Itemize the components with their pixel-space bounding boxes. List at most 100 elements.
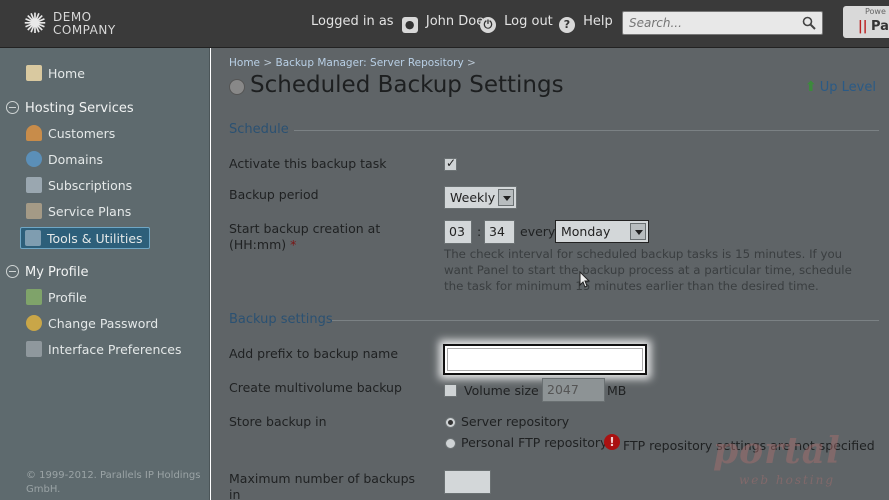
hour-input[interactable]: 03 (444, 220, 472, 244)
schedule-hint-text: The check interval for scheduled backup … (444, 247, 852, 293)
volume-size-checkbox[interactable] (444, 384, 457, 397)
weekday-select[interactable]: Monday (555, 220, 649, 243)
brand-bars-icon: || (858, 19, 868, 34)
volume-unit-label: MB (607, 383, 627, 398)
help-icon: ? (559, 17, 575, 33)
sidebar-section-label: My Profile (25, 265, 89, 280)
logged-in-info: Logged in as ● John Doe (311, 14, 484, 33)
backup-period-value: Weekly (450, 190, 496, 205)
page-title-icon (229, 79, 245, 95)
page-title: Scheduled Backup Settings (250, 72, 564, 98)
brand-tab[interactable]: Powe || Par (843, 6, 889, 38)
multivolume-label: Create multivolume backup (229, 380, 402, 395)
up-arrow-icon: ⬆ (805, 79, 817, 95)
max-backups-input[interactable] (444, 470, 491, 494)
sidebar-item-label: Domains (48, 152, 104, 167)
portal-watermark-subtitle: web hosting (739, 473, 836, 487)
sidebar-item-profile[interactable]: Profile (26, 287, 87, 309)
brand-small-text: Powe (865, 7, 886, 16)
server-repository-radio[interactable] (445, 417, 456, 428)
help-button[interactable]: ? Help (559, 14, 613, 33)
breadcrumb-home-link[interactable]: Home (229, 57, 260, 69)
user-icon: ● (401, 17, 418, 33)
sidebar-section-label: Hosting Services (25, 101, 134, 116)
search-icon[interactable] (802, 16, 816, 30)
volume-size-input[interactable]: 2047 (542, 378, 605, 402)
prefix-field-highlight (443, 344, 647, 375)
sidebar: Home Hosting Services Customers Domains … (0, 48, 210, 500)
breadcrumb-repository-link[interactable]: Backup Manager: Server Repository (276, 57, 464, 69)
home-icon (26, 65, 42, 81)
weekday-value: Monday (561, 224, 611, 239)
sidebar-item-subscriptions[interactable]: Subscriptions (26, 175, 132, 197)
logo-line-2: COMPANY (53, 23, 116, 37)
backup-period-select[interactable]: Weekly (444, 186, 517, 209)
key-icon (26, 315, 42, 331)
ftp-repository-radio[interactable] (445, 438, 456, 449)
prefix-label: Add prefix to backup name (229, 346, 399, 361)
activate-task-checkbox[interactable] (444, 156, 457, 171)
user-name-link[interactable]: John Doe (426, 14, 484, 29)
portal-watermark: portal (713, 430, 841, 472)
sidebar-item-label: Profile (48, 290, 87, 305)
sidebar-item-interface-preferences[interactable]: Interface Preferences (26, 339, 181, 361)
sidebar-item-label: Subscriptions (48, 178, 133, 193)
collapse-icon (6, 101, 19, 114)
warning-icon: ! (604, 434, 620, 450)
sidebar-item-service-plans[interactable]: Service Plans (26, 201, 131, 223)
copyright-text: © 1999-2012. Parallels IP Holdings GmbH. (26, 469, 206, 497)
logged-in-prefix: Logged in as (311, 14, 394, 29)
company-logo[interactable]: ✺ DEMO COMPANY (20, 9, 130, 39)
start-time-label: Start backup creation at (HH:mm) * (229, 221, 380, 253)
sidebar-item-label: Tools & Utilities (47, 231, 143, 246)
sidebar-section-hosting-services[interactable]: Hosting Services (6, 98, 134, 120)
preferences-icon (26, 341, 42, 357)
sidebar-item-customers[interactable]: Customers (26, 123, 115, 145)
required-marker: * (290, 237, 297, 252)
main-content: Home > Backup Manager: Server Repository… (211, 48, 889, 500)
tools-icon (25, 230, 41, 246)
sidebar-section-my-profile[interactable]: My Profile (6, 262, 88, 284)
power-icon: ⏻ (480, 17, 496, 33)
section-divider (332, 320, 879, 321)
section-divider (294, 130, 879, 131)
chevron-down-icon (498, 189, 514, 206)
backup-settings-section-title: Backup settings (229, 312, 333, 327)
time-separator: : (477, 224, 482, 239)
up-level-label: Up Level (819, 80, 876, 95)
sidebar-item-label: Customers (48, 126, 116, 141)
sidebar-item-change-password[interactable]: Change Password (26, 313, 158, 335)
schedule-section-title: Schedule (229, 122, 289, 137)
sidebar-item-label: Home (48, 66, 85, 81)
sidebar-item-domains[interactable]: Domains (26, 149, 103, 171)
mouse-cursor-icon (579, 271, 591, 288)
profile-card-icon (26, 289, 42, 305)
up-level-link[interactable]: ⬆ Up Level (805, 79, 876, 95)
logout-button[interactable]: ⏻ Log out (480, 14, 553, 33)
search-box (622, 11, 823, 35)
search-input[interactable] (629, 15, 794, 31)
breadcrumb: Home > Backup Manager: Server Repository… (229, 57, 476, 69)
help-label: Help (583, 14, 613, 29)
logo-burst-icon: ✺ (23, 7, 47, 40)
max-backups-label: Maximum number of backups in repository (229, 471, 429, 500)
subscription-icon (26, 177, 42, 193)
sidebar-item-home[interactable]: Home (26, 63, 85, 85)
max-backups-label-line-1: Maximum number of backups in (229, 471, 416, 500)
top-header-bar: ✺ DEMO COMPANY Logged in as ● John Doe ⏻… (0, 0, 889, 48)
start-time-label-line-1: Start backup creation at (229, 221, 381, 236)
service-plan-icon (26, 203, 42, 219)
store-backup-label: Store backup in (229, 414, 327, 429)
prefix-input[interactable] (447, 348, 643, 371)
ftp-repository-label: Personal FTP repository (461, 435, 608, 450)
server-repository-label: Server repository (461, 414, 570, 429)
sidebar-item-tools-utilities[interactable]: Tools & Utilities (20, 227, 150, 249)
start-time-label-line-2: (HH:mm) (229, 237, 287, 252)
breadcrumb-separator: > (467, 57, 476, 69)
sidebar-item-label: Interface Preferences (48, 342, 182, 357)
sidebar-item-label: Service Plans (48, 204, 132, 219)
customer-icon (26, 125, 42, 141)
brand-name: Par (871, 19, 889, 34)
backup-period-label: Backup period (229, 187, 319, 202)
minute-input[interactable]: 34 (484, 220, 515, 244)
